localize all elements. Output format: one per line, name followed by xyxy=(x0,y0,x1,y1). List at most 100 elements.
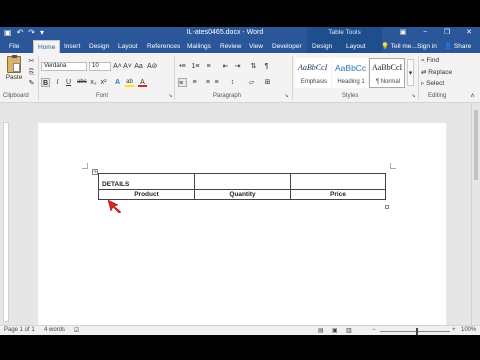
tab-layout[interactable]: Layout xyxy=(118,40,138,53)
separator xyxy=(174,56,175,100)
undo-icon[interactable]: ↶ xyxy=(17,28,24,38)
styles-dialog-launcher-icon[interactable]: ↘ xyxy=(409,92,418,101)
replace-button[interactable]: ⇄ Replace xyxy=(421,68,452,76)
vertical-scrollbar[interactable] xyxy=(471,104,480,325)
quick-access-toolbar: ▣ ↶ ↷ ▾ xyxy=(4,28,44,38)
table-row: Product Quantity Price xyxy=(98,189,386,200)
print-layout-icon[interactable]: ▣ xyxy=(332,327,338,334)
paragraph-group-label: Paragraph xyxy=(213,93,242,99)
superscript-button[interactable]: x² xyxy=(99,78,108,87)
table-cell[interactable]: Quantity xyxy=(194,189,291,200)
table-cell[interactable]: Price xyxy=(290,189,386,200)
zoom-slider-thumb[interactable] xyxy=(416,328,418,335)
align-center-icon[interactable]: ≡ xyxy=(190,78,199,87)
document-page[interactable]: ✛ DETAILS Product Quantity Price xyxy=(38,123,446,325)
table-cell[interactable] xyxy=(290,173,386,190)
find-button[interactable]: ⌕ Find xyxy=(421,57,439,65)
zoom-in-icon[interactable]: + xyxy=(452,327,456,333)
borders-icon[interactable]: ⊞ xyxy=(263,78,272,87)
select-button[interactable]: ▹ Select xyxy=(421,79,444,87)
line-spacing-icon[interactable]: ↕ xyxy=(228,78,237,87)
table-cell[interactable]: DETAILS xyxy=(98,173,195,190)
find-icon: ⌕ xyxy=(421,57,425,64)
style-normal[interactable]: AaBbCcI ¶ Normal xyxy=(369,58,405,88)
increase-indent-icon[interactable]: ⇥ xyxy=(233,62,242,71)
editing-group-label: Editing xyxy=(428,93,447,99)
table-resize-handle[interactable] xyxy=(385,205,389,209)
redo-icon[interactable]: ↷ xyxy=(28,28,35,38)
tab-review[interactable]: Review xyxy=(220,40,241,53)
italic-button[interactable]: I xyxy=(53,78,62,87)
font-name-box[interactable]: Verdana xyxy=(41,62,87,71)
shading-icon[interactable]: ▱ xyxy=(247,78,256,87)
sort-icon[interactable]: ⇅ xyxy=(249,62,258,71)
tab-file[interactable]: File xyxy=(9,40,19,53)
tab-table-design[interactable]: Design xyxy=(312,40,332,53)
table-row: DETAILS xyxy=(98,173,386,190)
web-layout-icon[interactable]: ▥ xyxy=(346,327,352,334)
tell-me-box[interactable]: 💡 Tell me... xyxy=(381,40,417,53)
paragraph-dialog-launcher-icon[interactable]: ↘ xyxy=(282,92,291,101)
proofing-icon[interactable]: ☑ xyxy=(74,327,79,334)
zoom-slider[interactable] xyxy=(380,331,450,332)
highlight-icon[interactable]: ab xyxy=(125,78,134,87)
multilevel-list-icon[interactable]: ≡ xyxy=(204,62,213,71)
grow-font-icon[interactable]: A˄ xyxy=(113,62,122,71)
strikethrough-button[interactable]: abc xyxy=(77,78,87,87)
zoom-level[interactable]: 100% xyxy=(461,327,476,333)
table-cell[interactable] xyxy=(194,173,291,190)
customize-qat-icon[interactable]: ▾ xyxy=(40,28,44,38)
word-count[interactable]: 4 words xyxy=(44,327,65,333)
ribbon-display-options-icon[interactable]: ▣ xyxy=(392,27,414,39)
paste-button[interactable]: Paste xyxy=(4,55,24,86)
bold-button[interactable]: B xyxy=(41,78,50,87)
style-heading-1[interactable]: AaBbCc Heading 1 xyxy=(332,58,368,88)
tab-references[interactable]: References xyxy=(147,40,180,53)
clipboard-icon xyxy=(7,55,21,73)
page-count[interactable]: Page 1 of 1 xyxy=(4,327,35,333)
clear-formatting-icon[interactable]: A⊘ xyxy=(147,62,158,71)
tab-mailings[interactable]: Mailings xyxy=(187,40,211,53)
share-button[interactable]: 👤 Share xyxy=(444,40,471,53)
subscript-button[interactable]: x₂ xyxy=(89,78,98,87)
decrease-indent-icon[interactable]: ⇤ xyxy=(221,62,230,71)
justify-icon[interactable]: ≡ xyxy=(212,78,221,87)
shrink-font-icon[interactable]: A˅ xyxy=(123,62,132,71)
text-effects-icon[interactable]: A xyxy=(113,78,122,87)
bullets-icon[interactable]: •≡ xyxy=(178,62,187,71)
tab-view[interactable]: View xyxy=(249,40,263,53)
tab-design[interactable]: Design xyxy=(89,40,109,53)
close-button[interactable]: ✕ xyxy=(458,27,480,39)
margin-corner-mark xyxy=(390,163,396,169)
font-size-box[interactable]: 10 xyxy=(89,62,111,71)
table-cell[interactable]: Product xyxy=(98,189,195,200)
table-tools-label: Table Tools xyxy=(307,27,382,39)
align-right-icon[interactable]: ≡ xyxy=(201,78,210,87)
tab-home[interactable]: Home xyxy=(33,40,61,53)
scrollbar-thumb[interactable] xyxy=(474,110,478,180)
show-formatting-marks-icon[interactable]: ¶ xyxy=(262,62,271,71)
align-left-icon[interactable]: ≡ xyxy=(178,78,187,87)
restore-button[interactable]: ❐ xyxy=(436,27,458,39)
tab-insert[interactable]: Insert xyxy=(64,40,80,53)
share-person-icon: 👤 xyxy=(444,43,453,50)
save-icon[interactable]: ▣ xyxy=(4,28,12,38)
underline-button[interactable]: U xyxy=(64,78,73,87)
minimize-button[interactable]: − xyxy=(414,27,436,39)
tab-table-layout[interactable]: Layout xyxy=(346,40,366,53)
font-color-icon[interactable]: A xyxy=(138,78,147,87)
document-area: ✛ DETAILS Product Quantity Price xyxy=(0,104,480,325)
change-case-icon[interactable]: Aa xyxy=(134,62,143,71)
sign-in-link[interactable]: Sign in xyxy=(417,40,437,53)
collapse-ribbon-icon[interactable]: ˄ xyxy=(468,92,477,101)
styles-more-icon[interactable]: ▾ xyxy=(407,59,414,86)
read-mode-icon[interactable]: ▤ xyxy=(318,327,324,334)
tab-developer[interactable]: Developer xyxy=(272,40,302,53)
cut-icon[interactable]: ✂ xyxy=(27,57,36,66)
format-painter-icon[interactable]: ✎ xyxy=(27,79,36,88)
zoom-out-icon[interactable]: − xyxy=(372,327,376,333)
document-title: IL-ates0465.docx - Word xyxy=(186,29,264,36)
numbering-icon[interactable]: 1≡ xyxy=(191,62,200,71)
style-emphasis[interactable]: AaBbCcI Emphasis xyxy=(295,58,331,88)
copy-icon[interactable]: ⎘ xyxy=(27,68,36,77)
